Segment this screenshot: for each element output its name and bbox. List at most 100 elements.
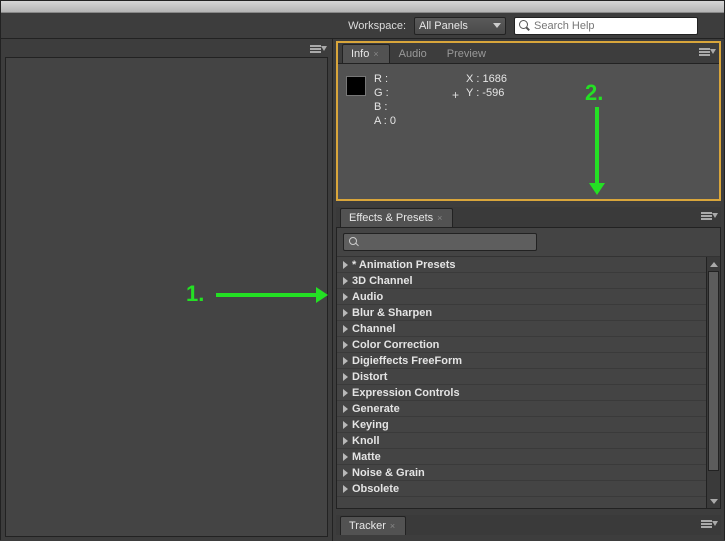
effects-category-label: Distort: [352, 371, 387, 383]
effects-category-label: * Animation Presets: [352, 259, 456, 271]
effects-tabs-row: Effects & Presets ×: [336, 207, 721, 227]
tab-preview[interactable]: Preview: [438, 44, 497, 63]
disclosure-triangle-icon[interactable]: [343, 389, 348, 397]
tracker-tabs-row: Tracker ×: [336, 515, 721, 535]
effects-category-label: 3D Channel: [352, 275, 413, 287]
disclosure-triangle-icon[interactable]: [343, 469, 348, 477]
search-help-input[interactable]: Search Help: [514, 17, 698, 35]
effects-category-item[interactable]: Generate: [337, 401, 706, 417]
search-icon: [349, 237, 359, 247]
effects-category-label: Channel: [352, 323, 395, 335]
panel-menu-icon[interactable]: [310, 45, 324, 55]
disclosure-triangle-icon[interactable]: [343, 373, 348, 381]
xy-values: X : 1686 Y : -596: [466, 72, 507, 100]
window-titlebar: [1, 1, 724, 13]
effects-category-item[interactable]: Color Correction: [337, 337, 706, 353]
disclosure-triangle-icon[interactable]: [343, 453, 348, 461]
effects-category-label: Obsolete: [352, 483, 399, 495]
effects-panel-title: Effects & Presets: [349, 212, 433, 224]
workspace-dropdown[interactable]: All Panels: [414, 17, 506, 35]
tab-info[interactable]: Info ×: [342, 44, 390, 63]
effects-category-item[interactable]: Blur & Sharpen: [337, 305, 706, 321]
effects-search-row: [337, 228, 720, 257]
effects-category-item[interactable]: Channel: [337, 321, 706, 337]
crosshair-icon: +: [452, 88, 459, 102]
disclosure-triangle-icon[interactable]: [343, 437, 348, 445]
disclosure-triangle-icon[interactable]: [343, 485, 348, 493]
effects-category-label: Knoll: [352, 435, 380, 447]
info-a: A : 0: [374, 114, 396, 128]
effects-category-label: Keying: [352, 419, 389, 431]
effects-category-label: Color Correction: [352, 339, 439, 351]
panel-menu-icon[interactable]: [701, 520, 715, 530]
disclosure-triangle-icon[interactable]: [343, 421, 348, 429]
effects-category-label: Audio: [352, 291, 383, 303]
effects-category-label: Generate: [352, 403, 400, 415]
tab-preview-label: Preview: [447, 48, 486, 60]
info-b: B :: [374, 100, 396, 114]
panel-menu-icon[interactable]: [699, 48, 713, 58]
effects-category-item[interactable]: Expression Controls: [337, 385, 706, 401]
disclosure-triangle-icon[interactable]: [343, 293, 348, 301]
info-tabs-row: Info × Audio Preview: [338, 43, 719, 63]
color-swatch: [346, 76, 366, 96]
info-panel-body: R : G : B : A : 0 + X : 1686 Y : -596: [338, 63, 719, 199]
disclosure-triangle-icon[interactable]: [343, 357, 348, 365]
tab-audio-label: Audio: [399, 48, 427, 60]
effects-category-label: Noise & Grain: [352, 467, 425, 479]
workspace-value: All Panels: [419, 20, 468, 32]
effects-category-item[interactable]: Keying: [337, 417, 706, 433]
disclosure-triangle-icon[interactable]: [343, 277, 348, 285]
tracker-title: Tracker: [349, 520, 386, 532]
info-g: G :: [374, 86, 396, 100]
rgba-values: R : G : B : A : 0: [374, 72, 396, 128]
effects-category-item[interactable]: Knoll: [337, 433, 706, 449]
effects-category-label: Expression Controls: [352, 387, 460, 399]
close-icon[interactable]: ×: [390, 521, 395, 531]
disclosure-triangle-icon[interactable]: [343, 325, 348, 333]
effects-category-item[interactable]: Noise & Grain: [337, 465, 706, 481]
effects-category-item[interactable]: Obsolete: [337, 481, 706, 497]
scrollbar[interactable]: [706, 257, 720, 508]
panel-menu-icon[interactable]: [701, 212, 715, 222]
effects-category-label: Blur & Sharpen: [352, 307, 432, 319]
tab-tracker[interactable]: Tracker ×: [340, 516, 406, 535]
effects-category-item[interactable]: Matte: [337, 449, 706, 465]
scroll-thumb[interactable]: [708, 271, 719, 471]
info-r: R :: [374, 72, 396, 86]
tab-info-label: Info: [351, 48, 369, 60]
tracker-panel: Tracker ×: [336, 515, 721, 539]
disclosure-triangle-icon[interactable]: [343, 309, 348, 317]
disclosure-triangle-icon[interactable]: [343, 405, 348, 413]
effects-category-item[interactable]: 3D Channel: [337, 273, 706, 289]
annotation-arrow-1: [216, 293, 318, 297]
search-help-placeholder: Search Help: [534, 20, 595, 32]
scroll-down-icon[interactable]: [707, 494, 720, 508]
left-panel: [1, 39, 333, 541]
annotation-arrow-2: [595, 107, 599, 185]
workspace-bar: Workspace: All Panels Search Help: [1, 13, 724, 39]
workspace-label: Workspace:: [348, 20, 406, 32]
effects-list: * Animation Presets 3D Channel Audio Blur &…: [337, 257, 720, 508]
effects-category-item[interactable]: Digieffects FreeForm: [337, 353, 706, 369]
scroll-up-icon[interactable]: [707, 257, 720, 271]
disclosure-triangle-icon[interactable]: [343, 261, 348, 269]
effects-category-label: Matte: [352, 451, 381, 463]
info-x: X : 1686: [466, 72, 507, 86]
effects-category-item[interactable]: Distort: [337, 369, 706, 385]
effects-category-item[interactable]: Audio: [337, 289, 706, 305]
effects-category-item[interactable]: * Animation Presets: [337, 257, 706, 273]
tab-audio[interactable]: Audio: [390, 44, 438, 63]
chevron-down-icon: [493, 23, 501, 28]
effects-search-input[interactable]: [343, 233, 537, 251]
right-column: Info × Audio Preview R : G : B : A : 0: [333, 39, 724, 541]
effects-category-label: Digieffects FreeForm: [352, 355, 462, 367]
left-panel-body: [5, 57, 328, 537]
info-y: Y : -596: [466, 86, 507, 100]
tab-effects-presets[interactable]: Effects & Presets ×: [340, 208, 453, 227]
close-icon[interactable]: ×: [437, 213, 442, 223]
effects-presets-panel: Effects & Presets × * Animation Presets 3…: [336, 207, 721, 509]
disclosure-triangle-icon[interactable]: [343, 341, 348, 349]
close-icon[interactable]: ×: [373, 49, 378, 59]
info-panel: Info × Audio Preview R : G : B : A : 0: [336, 41, 721, 201]
